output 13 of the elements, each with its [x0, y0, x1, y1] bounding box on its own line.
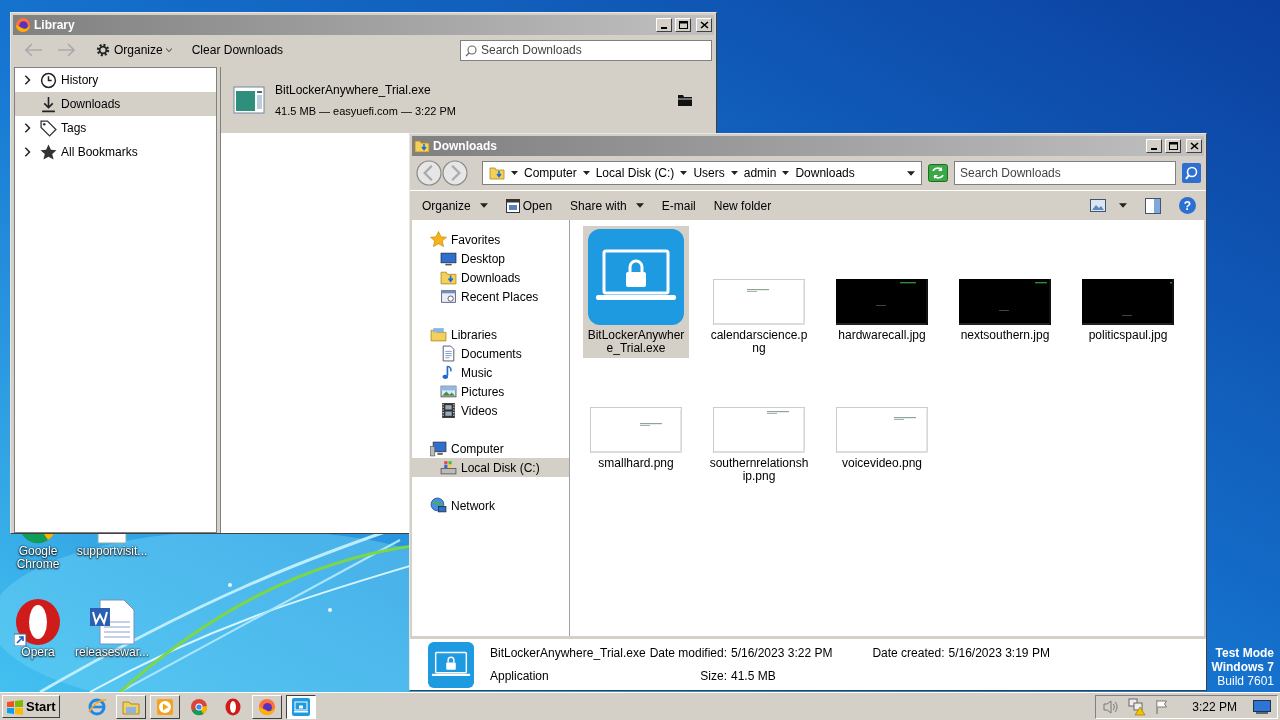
chrome-icon — [188, 696, 209, 717]
network-warning-icon — [1128, 697, 1147, 716]
show-desktop-button[interactable] — [1253, 699, 1271, 714]
taskbar-button[interactable] — [285, 694, 316, 719]
start-button[interactable]: Start — [2, 695, 60, 718]
monitor-icon — [1253, 699, 1271, 714]
play-icon — [154, 696, 175, 717]
speaker-icon — [1102, 698, 1121, 715]
firefox-icon — [256, 696, 277, 717]
clock: 3:22 PM — [1192, 698, 1237, 716]
windows-logo-icon — [6, 698, 24, 715]
laptop-lock-icon — [290, 696, 311, 717]
browser-icon — [86, 696, 107, 717]
